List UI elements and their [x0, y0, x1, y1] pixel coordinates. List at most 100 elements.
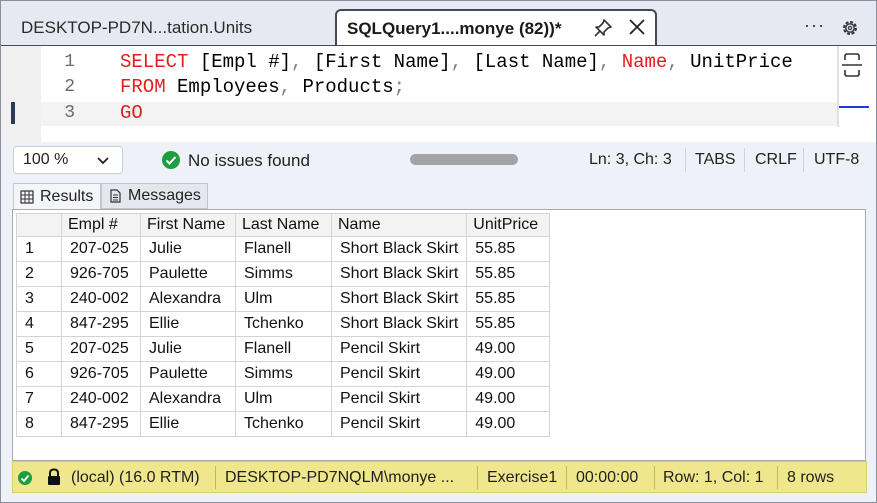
table-cell[interactable]: Julie — [140, 236, 236, 262]
table-cell[interactable]: Julie — [140, 336, 236, 362]
tab-units-query[interactable]: DESKTOP-PD7N...tation.Units — [9, 11, 331, 45]
more-options-icon[interactable]: ··· — [804, 15, 825, 36]
pin-icon[interactable] — [592, 17, 614, 39]
encoding[interactable]: UTF-8 — [814, 151, 859, 169]
table-cell[interactable]: Pencil Skirt — [330, 336, 468, 362]
table-row[interactable]: 5 207-025 Julie Flanell Pencil Skirt 49.00 — [16, 336, 551, 362]
column-header[interactable] — [16, 213, 62, 237]
table-cell[interactable]: Ellie — [140, 411, 236, 437]
table-cell[interactable]: 55.85 — [466, 311, 551, 337]
column-header[interactable]: UnitPrice — [466, 213, 551, 237]
sql-keyword: SELECT — [120, 51, 189, 73]
table-cell[interactable]: 49.00 — [466, 336, 551, 362]
sql-punctuation: ; — [393, 76, 406, 98]
grid-header-row: Empl # First Name Last Name Name UnitPri… — [16, 213, 551, 237]
table-cell[interactable]: Simms — [235, 261, 332, 287]
table-cell[interactable]: 926-705 — [61, 261, 141, 287]
row-number-cell[interactable]: 8 — [16, 411, 62, 437]
line-col-indicator[interactable]: Ln: 3, Ch: 3 — [589, 151, 672, 169]
table-cell[interactable]: 49.00 — [466, 386, 551, 412]
row-number-cell[interactable]: 3 — [16, 286, 62, 312]
table-cell[interactable]: Short Black Skirt — [330, 236, 468, 262]
table-cell[interactable]: Ulm — [235, 386, 332, 412]
indent-mode[interactable]: TABS — [695, 151, 736, 169]
table-cell[interactable]: Ulm — [235, 286, 332, 312]
table-cell[interactable]: 207-025 — [61, 336, 141, 362]
code-line[interactable]: SELECT [Empl #], [First Name], [Last Nam… — [120, 51, 793, 73]
row-number-cell[interactable]: 4 — [16, 311, 62, 337]
table-cell[interactable]: Alexandra — [140, 386, 236, 412]
divider — [566, 466, 567, 489]
table-cell[interactable]: Short Black Skirt — [330, 286, 468, 312]
sql-identifier: [Empl #] — [188, 51, 292, 73]
code-line[interactable]: GO — [120, 102, 143, 124]
table-cell[interactable]: 240-002 — [61, 286, 141, 312]
sql-identifier: Employees — [165, 76, 280, 98]
tab-sqlquery1[interactable]: SQLQuery1....monye (82))* — [335, 9, 657, 47]
table-cell[interactable]: 55.85 — [466, 236, 551, 262]
divider — [685, 148, 686, 172]
column-header[interactable]: Name — [330, 213, 468, 237]
table-cell[interactable]: Pencil Skirt — [330, 411, 468, 437]
close-icon[interactable] — [626, 16, 648, 38]
column-header[interactable]: Last Name — [235, 213, 332, 237]
sql-identifier: UnitPrice — [678, 51, 793, 73]
table-cell[interactable]: Short Black Skirt — [330, 311, 468, 337]
column-header[interactable]: Empl # — [61, 213, 141, 237]
server-name: (local) (16.0 RTM) — [71, 469, 200, 486]
table-row[interactable]: 6 926-705 Paulette Simms Pencil Skirt 49.00 — [16, 361, 551, 387]
table-cell[interactable]: Flanell — [235, 336, 332, 362]
table-cell[interactable]: Paulette — [140, 361, 236, 387]
row-number-cell[interactable]: 1 — [16, 236, 62, 262]
row-number-cell[interactable]: 6 — [16, 361, 62, 387]
row-number-cell[interactable]: 7 — [16, 386, 62, 412]
column-header[interactable]: First Name — [140, 213, 236, 237]
table-row[interactable]: 2 926-705 Paulette Simms Short Black Skirt 55… — [16, 261, 551, 287]
table-cell[interactable]: 207-025 — [61, 236, 141, 262]
database-name: Exercise1 — [487, 469, 558, 486]
table-cell[interactable]: 847-295 — [61, 311, 141, 337]
table-cell[interactable]: Ellie — [140, 311, 236, 337]
table-cell[interactable]: Simms — [235, 361, 332, 387]
table-row[interactable]: 4 847-295 Ellie Tchenko Short Black Skirt 55.… — [16, 311, 551, 337]
gear-icon[interactable] — [840, 18, 860, 38]
horizontal-scrollbar[interactable] — [410, 154, 518, 165]
table-row[interactable]: 7 240-002 Alexandra Ulm Pencil Skirt 49.00 — [16, 386, 551, 412]
sql-keyword: FROM — [120, 76, 166, 98]
table-cell[interactable]: Alexandra — [140, 286, 236, 312]
check-circle-icon — [18, 471, 32, 485]
row-number-cell[interactable]: 2 — [16, 261, 62, 287]
tab-label: Messages — [128, 187, 201, 204]
table-cell[interactable]: 240-002 — [61, 386, 141, 412]
table-cell[interactable]: 55.85 — [466, 286, 551, 312]
split-editor-icon[interactable] — [839, 50, 865, 80]
table-cell[interactable]: 49.00 — [466, 411, 551, 437]
table-row[interactable]: 3 240-002 Alexandra Ulm Short Black Skirt 55.… — [16, 286, 551, 312]
row-number-cell[interactable]: 5 — [16, 336, 62, 362]
results-grid[interactable]: Empl # First Name Last Name Name UnitPri… — [16, 213, 551, 437]
table-row[interactable]: 8 847-295 Ellie Tchenko Pencil Skirt 49.00 — [16, 411, 551, 437]
grid-icon — [20, 189, 34, 204]
table-cell[interactable]: Tchenko — [235, 411, 332, 437]
code-line[interactable]: FROM Employees, Products; — [120, 76, 405, 98]
table-cell[interactable]: Short Black Skirt — [330, 261, 468, 287]
divider — [654, 466, 655, 489]
tab-messages[interactable]: Messages — [101, 183, 208, 209]
editor-gutter — [1, 46, 41, 142]
table-cell[interactable]: Pencil Skirt — [330, 386, 468, 412]
table-cell[interactable]: Tchenko — [235, 311, 332, 337]
issues-status[interactable]: No issues found — [188, 151, 310, 171]
table-cell[interactable]: 55.85 — [466, 261, 551, 287]
table-cell[interactable]: Pencil Skirt — [330, 361, 468, 387]
tab-results[interactable]: Results — [13, 183, 101, 209]
table-row[interactable]: 1 207-025 Julie Flanell Short Black Skirt 55.… — [16, 236, 551, 262]
table-cell[interactable]: 847-295 — [61, 411, 141, 437]
table-cell[interactable]: Flanell — [235, 236, 332, 262]
table-cell[interactable]: 926-705 — [61, 361, 141, 387]
query-editor[interactable]: 1 2 3 SELECT [Empl #], [First Name], [La… — [1, 45, 876, 142]
table-cell[interactable]: 49.00 — [466, 361, 551, 387]
zoom-select[interactable]: 100 % — [13, 146, 123, 174]
table-cell[interactable]: Paulette — [140, 261, 236, 287]
line-ending[interactable]: CRLF — [755, 151, 797, 169]
sql-identifier: Products — [291, 76, 394, 98]
